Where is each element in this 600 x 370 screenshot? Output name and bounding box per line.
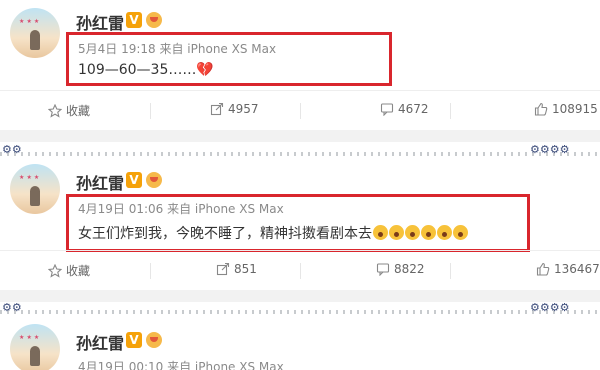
- repost-button[interactable]: 4957: [210, 102, 259, 116]
- repost-button[interactable]: 851: [216, 262, 257, 276]
- post-text: 女王们炸到我，今晚不睡了，精神抖擞看剧本去: [78, 226, 372, 242]
- verified-icon: V: [126, 172, 142, 188]
- badge-icon: [146, 332, 162, 348]
- post-meta: 4月19日 01:06 来自 iPhone XS Max: [78, 202, 284, 216]
- avatar[interactable]: ★ ★ ★: [10, 8, 60, 58]
- post-divider: [0, 130, 600, 142]
- shocked-emoji: [453, 225, 468, 240]
- action-bar: 收藏 4957 4672 108915: [0, 90, 600, 131]
- post-content: 109—60—35……💔: [78, 62, 214, 78]
- author-name[interactable]: 孙红雷: [76, 170, 124, 194]
- author-name[interactable]: 孙红雷: [76, 330, 124, 354]
- repost-icon: [216, 262, 230, 276]
- decoration-right: ⚙⚙⚙⚙: [530, 143, 570, 156]
- post-meta: 5月4日 19:18 来自 iPhone XS Max: [78, 42, 277, 56]
- weibo-post-3: ★ ★ ★ 孙红雷 V 4月19日 00:10 来自 iPhone XS Max: [0, 318, 600, 370]
- shocked-emoji-group: [372, 225, 468, 242]
- favorite-button[interactable]: 收藏: [47, 262, 90, 279]
- avatar[interactable]: ★ ★ ★: [10, 324, 60, 370]
- divider-decoration: [0, 152, 600, 156]
- star-icon: [47, 103, 63, 118]
- post-meta: 4月19日 00:10 来自 iPhone XS Max: [78, 360, 284, 370]
- shocked-emoji: [373, 225, 388, 240]
- decoration-right: ⚙⚙⚙⚙: [530, 301, 570, 314]
- shocked-emoji: [421, 225, 436, 240]
- post-content: 女王们炸到我，今晚不睡了，精神抖擞看剧本去: [78, 223, 468, 243]
- action-bar: 收藏 851 8822 136467: [0, 250, 600, 291]
- divider-decoration: [0, 310, 600, 314]
- comment-button[interactable]: 8822: [376, 262, 425, 277]
- shocked-emoji: [437, 225, 452, 240]
- post-divider: [0, 290, 600, 302]
- author-name[interactable]: 孙红雷: [76, 10, 124, 34]
- badge-icon: [146, 12, 162, 28]
- avatar[interactable]: ★ ★ ★: [10, 164, 60, 214]
- weibo-post-2: ★ ★ ★ 孙红雷 V 4月19日 01:06 来自 iPhone XS Max…: [0, 160, 600, 290]
- like-icon: [534, 102, 548, 116]
- comment-icon: [380, 103, 394, 117]
- verified-icon: V: [126, 332, 142, 348]
- repost-icon: [210, 102, 224, 116]
- comment-button[interactable]: 4672: [380, 102, 429, 117]
- shocked-emoji: [389, 225, 404, 240]
- verified-icon: V: [126, 12, 142, 28]
- post-text: 109—60—35……: [78, 62, 197, 78]
- badge-icon: [146, 172, 162, 188]
- decoration-left: ⚙⚙: [2, 143, 22, 156]
- favorite-button[interactable]: 收藏: [47, 102, 90, 119]
- like-button[interactable]: 136467: [536, 262, 600, 276]
- comment-icon: [376, 263, 390, 277]
- like-icon: [536, 262, 550, 276]
- weibo-post-1: ★ ★ ★ 孙红雷 V 5月4日 19:18 来自 iPhone XS Max …: [0, 0, 600, 130]
- like-button[interactable]: 108915: [534, 102, 598, 116]
- decoration-left: ⚙⚙: [2, 301, 22, 314]
- broken-heart-emoji: 💔: [196, 62, 214, 78]
- star-icon: [47, 263, 63, 278]
- shocked-emoji: [405, 225, 420, 240]
